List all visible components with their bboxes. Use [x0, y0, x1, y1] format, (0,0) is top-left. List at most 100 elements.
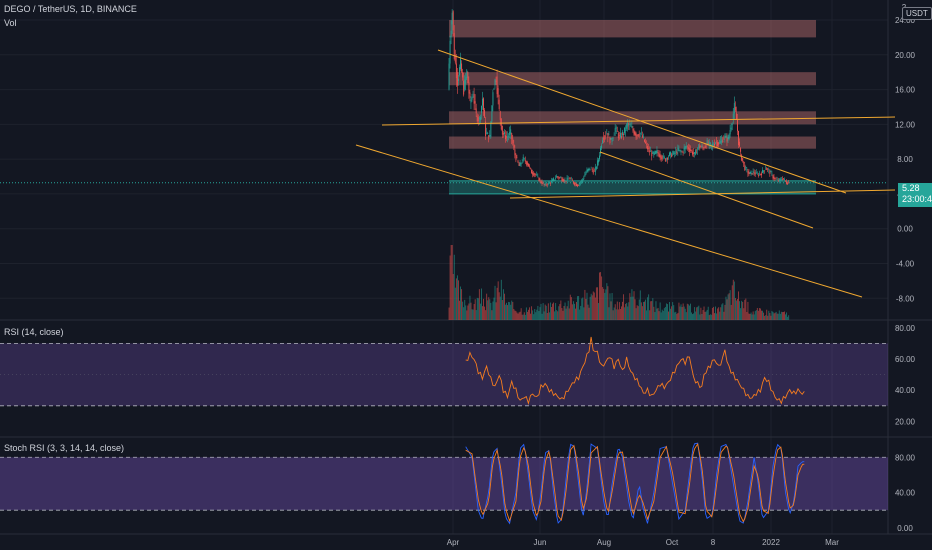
- volume-bar: [486, 293, 488, 320]
- candle-body: [632, 128, 634, 131]
- volume-bar: [712, 306, 714, 320]
- currency-button[interactable]: USDT: [902, 7, 932, 20]
- candle-body: [472, 96, 474, 98]
- candle-body: [679, 149, 681, 151]
- candle-body: [484, 109, 486, 118]
- candle-body: [704, 146, 706, 148]
- candle-body: [677, 147, 679, 152]
- volume-bar: [492, 301, 494, 320]
- candle-body: [607, 133, 609, 139]
- volume-bar: [633, 291, 635, 320]
- volume-bar: [676, 313, 678, 320]
- volume-bar: [568, 308, 570, 320]
- volume-bar: [757, 310, 759, 320]
- volume-bar: [519, 311, 521, 320]
- candle-body: [616, 130, 618, 132]
- candle-body: [787, 182, 789, 185]
- volume-bar: [662, 310, 664, 320]
- volume-bar: [585, 298, 587, 320]
- volume-bar: [536, 309, 538, 320]
- candle-body: [753, 172, 755, 174]
- volume-bar: [741, 300, 743, 320]
- volume-bar: [602, 287, 604, 320]
- candle-body: [733, 102, 735, 114]
- candle-body: [516, 157, 518, 159]
- candle-body: [708, 141, 710, 145]
- candle-body: [744, 164, 746, 171]
- candle-body: [549, 182, 551, 184]
- candle-body: [769, 171, 771, 174]
- volume-bar: [654, 312, 656, 320]
- candle-body: [478, 117, 480, 119]
- candle-body: [685, 146, 687, 148]
- volume-bar: [476, 297, 478, 320]
- volume-bar: [598, 303, 599, 320]
- candle-body: [603, 137, 605, 140]
- rsi-axis-label: 40.00: [895, 386, 916, 395]
- candle-body: [522, 156, 524, 161]
- volume-bar: [669, 301, 670, 320]
- candle-body: [654, 150, 656, 155]
- candle-body: [582, 178, 584, 181]
- candle-body: [514, 149, 516, 156]
- candle-body: [772, 175, 774, 179]
- volume-bar: [489, 299, 491, 320]
- volume-bar: [563, 305, 565, 320]
- volume-bar: [546, 313, 548, 320]
- volume-bar: [525, 307, 527, 320]
- candle-body: [750, 171, 752, 174]
- candle-body: [641, 135, 643, 138]
- candle-body: [775, 178, 777, 180]
- volume-bar: [526, 311, 528, 320]
- candle-body: [720, 140, 722, 144]
- candle-body: [476, 115, 478, 122]
- volume-bar: [623, 294, 625, 320]
- volume-bar: [636, 305, 638, 320]
- volume-bar: [784, 311, 785, 320]
- volume-bar: [545, 305, 547, 320]
- volume-bar: [626, 302, 628, 320]
- candle-body: [569, 178, 571, 179]
- candle-body: [458, 78, 459, 81]
- candle-body: [599, 155, 600, 160]
- candle-body: [724, 136, 726, 138]
- volume-bar: [770, 315, 772, 320]
- candle-body: [462, 72, 464, 78]
- volume-bar: [518, 312, 520, 320]
- volume-bar: [591, 295, 593, 320]
- candle-body: [487, 132, 489, 135]
- candle-body: [680, 151, 682, 152]
- candle-body: [623, 134, 625, 135]
- candle-body: [646, 143, 648, 145]
- volume-bar: [574, 303, 575, 320]
- volume-bar: [692, 314, 693, 320]
- candle-body: [781, 178, 783, 180]
- candle-body: [529, 165, 530, 167]
- volume-bar: [613, 307, 615, 320]
- candle-body: [673, 151, 675, 155]
- candle-body: [726, 138, 728, 142]
- volume-bar: [488, 297, 490, 320]
- volume-bar: [648, 294, 650, 320]
- volume-bar: [485, 310, 487, 320]
- chart-canvas: 24.0020.0016.0012.008.004.000.00-4.00-8.…: [0, 0, 932, 550]
- volume-bar: [628, 302, 630, 320]
- volume-bar: [567, 300, 569, 320]
- candle-body: [684, 146, 686, 150]
- candle-body: [576, 183, 577, 187]
- volume-bar: [701, 313, 703, 320]
- volume-bar: [611, 293, 613, 320]
- candle-body: [637, 134, 639, 137]
- candle-body: [513, 143, 515, 148]
- volume-bar: [762, 310, 763, 320]
- volume-bar: [722, 303, 724, 320]
- volume-bar: [763, 312, 765, 320]
- candle-body: [548, 182, 550, 184]
- candle-body: [650, 151, 652, 152]
- volume-bar: [575, 308, 576, 320]
- candle-body: [530, 167, 532, 169]
- volume-bar: [786, 312, 788, 320]
- volume-bar: [531, 306, 533, 320]
- candle-body: [539, 179, 541, 180]
- candle-body: [594, 166, 596, 173]
